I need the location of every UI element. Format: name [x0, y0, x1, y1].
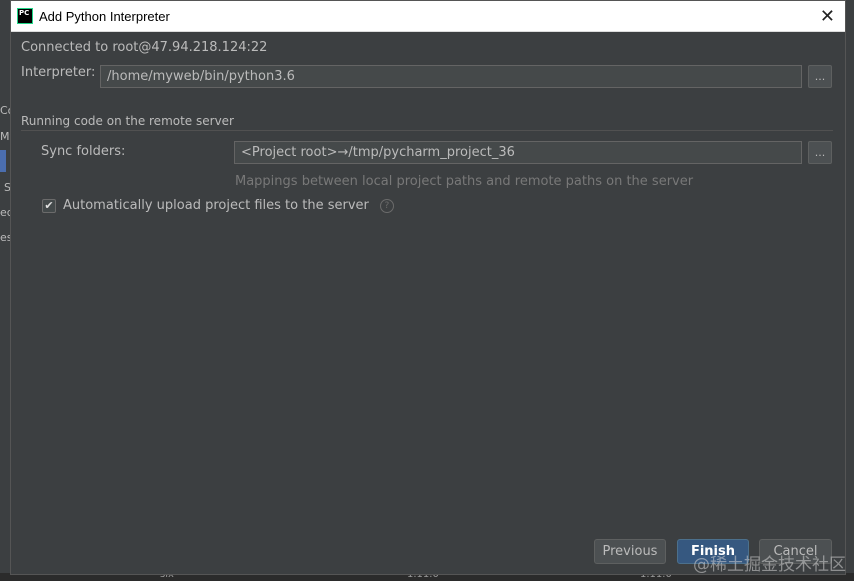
previous-button[interactable]: Previous: [594, 539, 666, 564]
sync-folders-row: Sync folders:: [41, 144, 125, 159]
interpreter-row: Interpreter:: [21, 65, 95, 80]
watermark: @稀土掘金技术社区: [693, 555, 846, 575]
background-ide-left: [0, 0, 10, 581]
pycharm-icon: PC: [17, 8, 33, 24]
auto-upload-checkbox[interactable]: ✔: [42, 198, 56, 213]
connection-status: Connected to root@47.94.218.124:22: [21, 40, 267, 55]
connection-text: Connected to root@47.94.218.124:22: [21, 40, 268, 55]
background-text: Co: [0, 104, 10, 117]
background-text: My: [0, 130, 10, 143]
sync-folders-browse-button[interactable]: ...: [808, 141, 832, 164]
interpreter-path-field[interactable]: /home/myweb/bin/python3.6: [100, 65, 802, 88]
background-text: es: [0, 231, 10, 244]
auto-upload-row: ✔ Automatically upload project files to …: [42, 198, 394, 213]
background-selection: [0, 150, 6, 172]
auto-upload-label: Automatically upload project files to th…: [63, 198, 369, 213]
remote-section-title: Running code on the remote server: [21, 114, 234, 128]
sync-folders-field[interactable]: <Project root>→/tmp/pycharm_project_36: [234, 141, 802, 164]
title-bar: PC Add Python Interpreter ✕: [11, 1, 845, 32]
close-icon[interactable]: ✕: [820, 6, 835, 27]
background-text: ed: [0, 206, 10, 219]
sync-folders-label: Sync folders:: [41, 144, 126, 159]
remote-section-header: Running code on the remote server: [21, 114, 234, 128]
background-ide-right: [846, 0, 854, 581]
interpreter-label: Interpreter:: [21, 65, 96, 80]
help-icon[interactable]: ?: [379, 198, 394, 213]
dialog-title: Add Python Interpreter: [39, 8, 170, 24]
add-python-interpreter-dialog: PC Add Python Interpreter ✕ Connected to…: [10, 0, 846, 575]
section-divider: [21, 130, 833, 131]
checkmark-icon: ✔: [44, 199, 54, 212]
sync-folders-hint: Mappings between local project paths and…: [235, 174, 694, 189]
interpreter-browse-button[interactable]: ...: [808, 65, 832, 88]
